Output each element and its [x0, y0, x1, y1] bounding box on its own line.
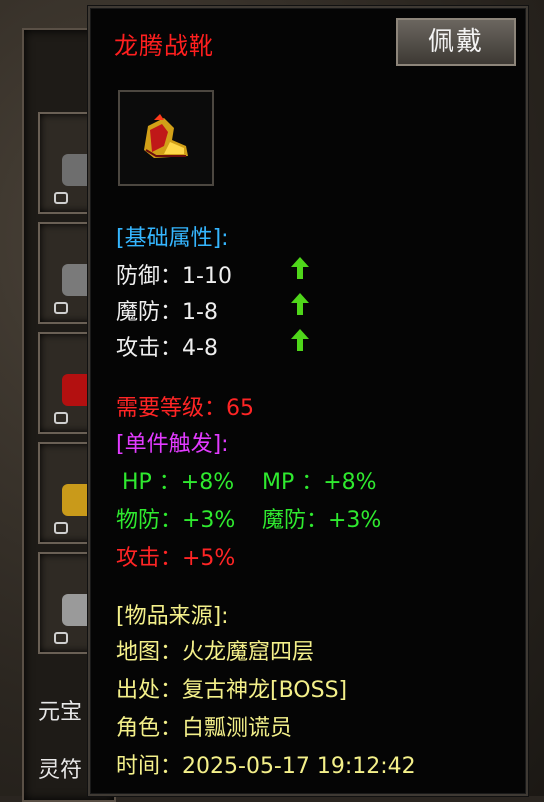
source-value: 白瓢测谎员 [182, 716, 293, 741]
equip-button[interactable]: 佩戴 [396, 18, 516, 66]
item-source-title: [物品来源]: [116, 604, 229, 629]
bonus-physical-defense: 物防：+3% [116, 508, 236, 533]
up-arrow-icon [291, 257, 309, 279]
source-value: 2025-05-17 19:12:42 [182, 754, 416, 779]
source-value: 复古神龙[BOSS] [182, 678, 348, 703]
stat-value: 1-8 [182, 300, 218, 325]
stat-label: 防御： [116, 264, 183, 289]
stat-attack: 攻击：4-8 [116, 330, 218, 362]
lock-icon [54, 192, 68, 204]
item-tooltip: 龙腾战靴 佩戴 [基础属性]: 防御：1-10 魔防：1-8 攻击：4-8 需要… [88, 6, 528, 796]
boots-icon [144, 114, 188, 158]
required-level-value: 65 [226, 396, 255, 421]
stat-defense: 防御：1-10 [116, 258, 232, 290]
item-icon-frame [118, 90, 214, 186]
source-label: 地图： [116, 640, 183, 665]
stat-value: 1-10 [182, 264, 232, 289]
currency-label-yuanbao: 元宝 [38, 700, 83, 725]
lock-icon [54, 302, 68, 314]
base-attributes-title: [基础属性]: [116, 226, 229, 251]
source-label: 出处： [116, 678, 183, 703]
stat-magic-defense: 魔防：1-8 [116, 294, 218, 326]
up-arrow-icon [291, 329, 309, 351]
source-map: 地图：火龙魔窟四层 [116, 634, 314, 666]
lock-icon [54, 632, 68, 644]
bonus-mp: MP ：+8% [262, 470, 377, 495]
source-time: 时间：2025-05-17 19:12:42 [116, 748, 416, 780]
lock-icon [54, 522, 68, 534]
currency-label-lingfu: 灵符 [38, 758, 83, 783]
single-trigger-title: [单件触发]: [116, 432, 229, 457]
source-label: 时间： [116, 754, 183, 779]
source-label: 角色： [116, 716, 183, 741]
required-level-label: 需要等级： [116, 396, 227, 421]
source-origin: 出处：复古神龙[BOSS] [116, 672, 347, 704]
source-value: 火龙魔窟四层 [182, 640, 315, 665]
bonus-attack: 攻击：+5% [116, 546, 236, 571]
stat-label: 魔防： [116, 300, 183, 325]
source-role: 角色：白瓢测谎员 [116, 710, 292, 742]
item-name: 龙腾战靴 [114, 32, 214, 60]
bonus-hp: HP ：+8% [122, 470, 235, 495]
up-arrow-icon [291, 293, 309, 315]
stat-label: 攻击： [116, 336, 183, 361]
bonus-magic-defense: 魔防：+3% [262, 508, 382, 533]
lock-icon [54, 412, 68, 424]
stat-value: 4-8 [182, 336, 218, 361]
required-level: 需要等级：65 [116, 390, 254, 422]
